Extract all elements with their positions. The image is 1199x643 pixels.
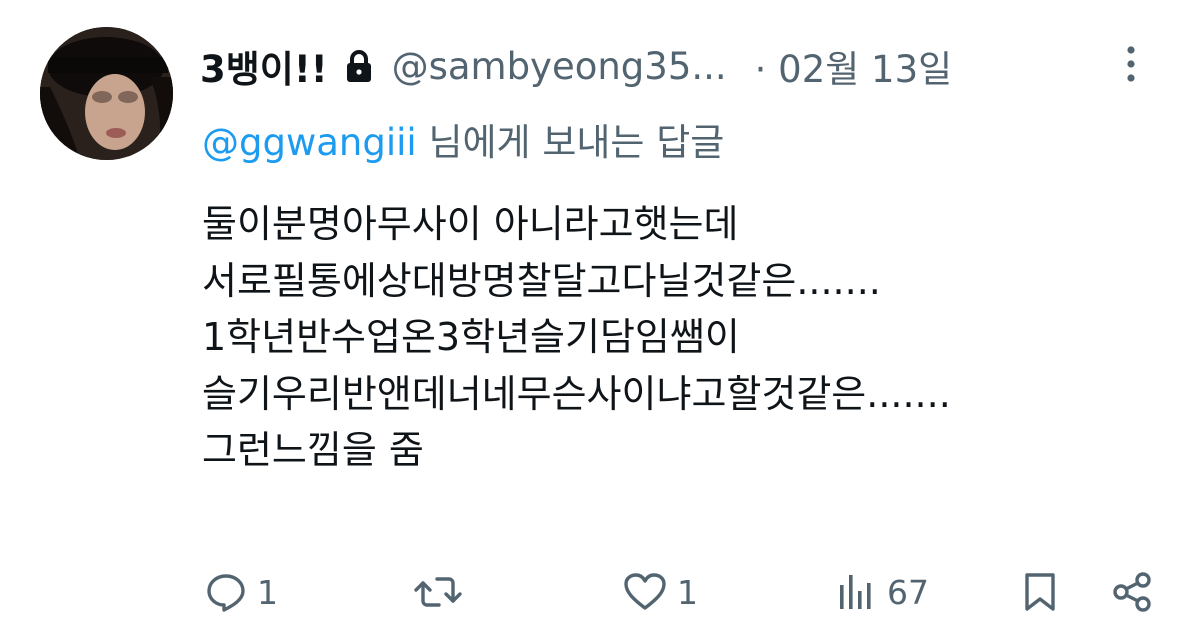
tweet-header: 3뱅이!! @sambyeong35... · 02월 13일 (200, 38, 1160, 94)
tweet-text-line: 그런느낌을 줌 (202, 428, 424, 472)
reply-button[interactable]: 1 (205, 560, 278, 624)
reply-context: @ggwangiii 님에게 보내는 답글 (202, 112, 724, 166)
retweet-button[interactable] (413, 560, 473, 624)
bookmark-icon (1025, 573, 1055, 611)
action-bar: 1 1 67 (0, 560, 1199, 624)
author-handle[interactable]: @sambyeong35... (392, 45, 727, 88)
reply-count: 1 (257, 572, 278, 612)
more-options-icon[interactable] (1121, 42, 1141, 86)
like-count: 1 (677, 572, 698, 612)
view-count: 67 (887, 572, 929, 612)
reply-context-suffix: 님에게 보내는 답글 (416, 121, 725, 164)
reply-icon (207, 574, 245, 612)
bookmark-button[interactable] (1022, 560, 1058, 624)
views-button[interactable]: 67 (835, 560, 929, 624)
analytics-icon (840, 575, 871, 609)
tweet-text-line: 1학년반수업온3학년슬기담임쌤이 (202, 315, 740, 359)
retweet-icon (414, 577, 462, 607)
tweet-text-line: 둘이분명아무사이 아니라고햇는데 (202, 202, 739, 246)
heart-icon (624, 573, 666, 610)
avatar[interactable] (40, 27, 173, 160)
tweet-text-line: 슬기우리반앤데너네무슨사이냐고할것같은....... (202, 371, 951, 416)
like-button[interactable]: 1 (623, 560, 698, 624)
share-button[interactable] (1112, 560, 1154, 624)
profile-photo (40, 27, 173, 160)
tweet-date[interactable]: · 02월 13일 (755, 39, 953, 93)
lock-icon (346, 49, 372, 83)
reply-mention-link[interactable]: @ggwangiii (202, 121, 417, 164)
tweet-text: 둘이분명아무사이 아니라고햇는데 서로필통에상대방명찰달고다닐것같은......… (202, 196, 1162, 479)
author-display-name[interactable]: 3뱅이!! (200, 39, 328, 93)
tweet-text-line: 서로필통에상대방명찰달고다닐것같은....... (202, 258, 881, 303)
share-icon (1113, 572, 1151, 612)
